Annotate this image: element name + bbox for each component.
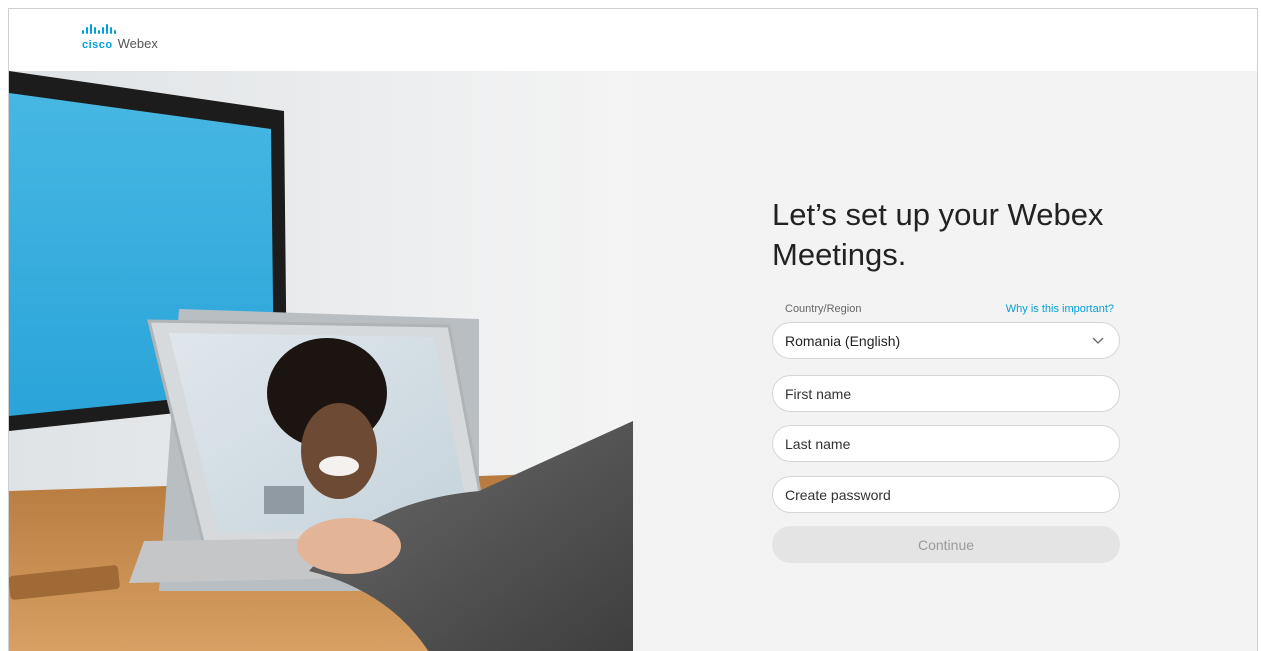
hero-illustration bbox=[9, 71, 633, 651]
page-frame: cisco Webex Let’s set up your Webex Meet… bbox=[8, 8, 1258, 651]
logo-product: Webex bbox=[117, 36, 158, 51]
chevron-down-icon bbox=[1092, 337, 1104, 344]
country-region-label: Country/Region bbox=[785, 303, 862, 315]
country-region-select[interactable]: Romania (English) bbox=[772, 322, 1120, 359]
page-title: Let’s set up your Webex Meetings. bbox=[772, 197, 1104, 272]
continue-button[interactable]: Continue bbox=[772, 526, 1120, 563]
last-name-input[interactable] bbox=[772, 425, 1120, 462]
first-name-input[interactable] bbox=[772, 375, 1120, 412]
top-bar: cisco Webex bbox=[9, 9, 1257, 71]
signup-panel: Let’s set up your Webex Meetings. Countr… bbox=[633, 71, 1257, 651]
cisco-logo-icon bbox=[82, 24, 158, 34]
cisco-webex-logo[interactable]: cisco Webex bbox=[82, 24, 158, 54]
country-region-value: Romania (English) bbox=[785, 332, 901, 349]
hero-photo bbox=[9, 71, 633, 651]
create-password-input[interactable] bbox=[772, 476, 1120, 513]
logo-company: cisco bbox=[82, 39, 113, 51]
why-important-link[interactable]: Why is this important? bbox=[1006, 303, 1114, 315]
